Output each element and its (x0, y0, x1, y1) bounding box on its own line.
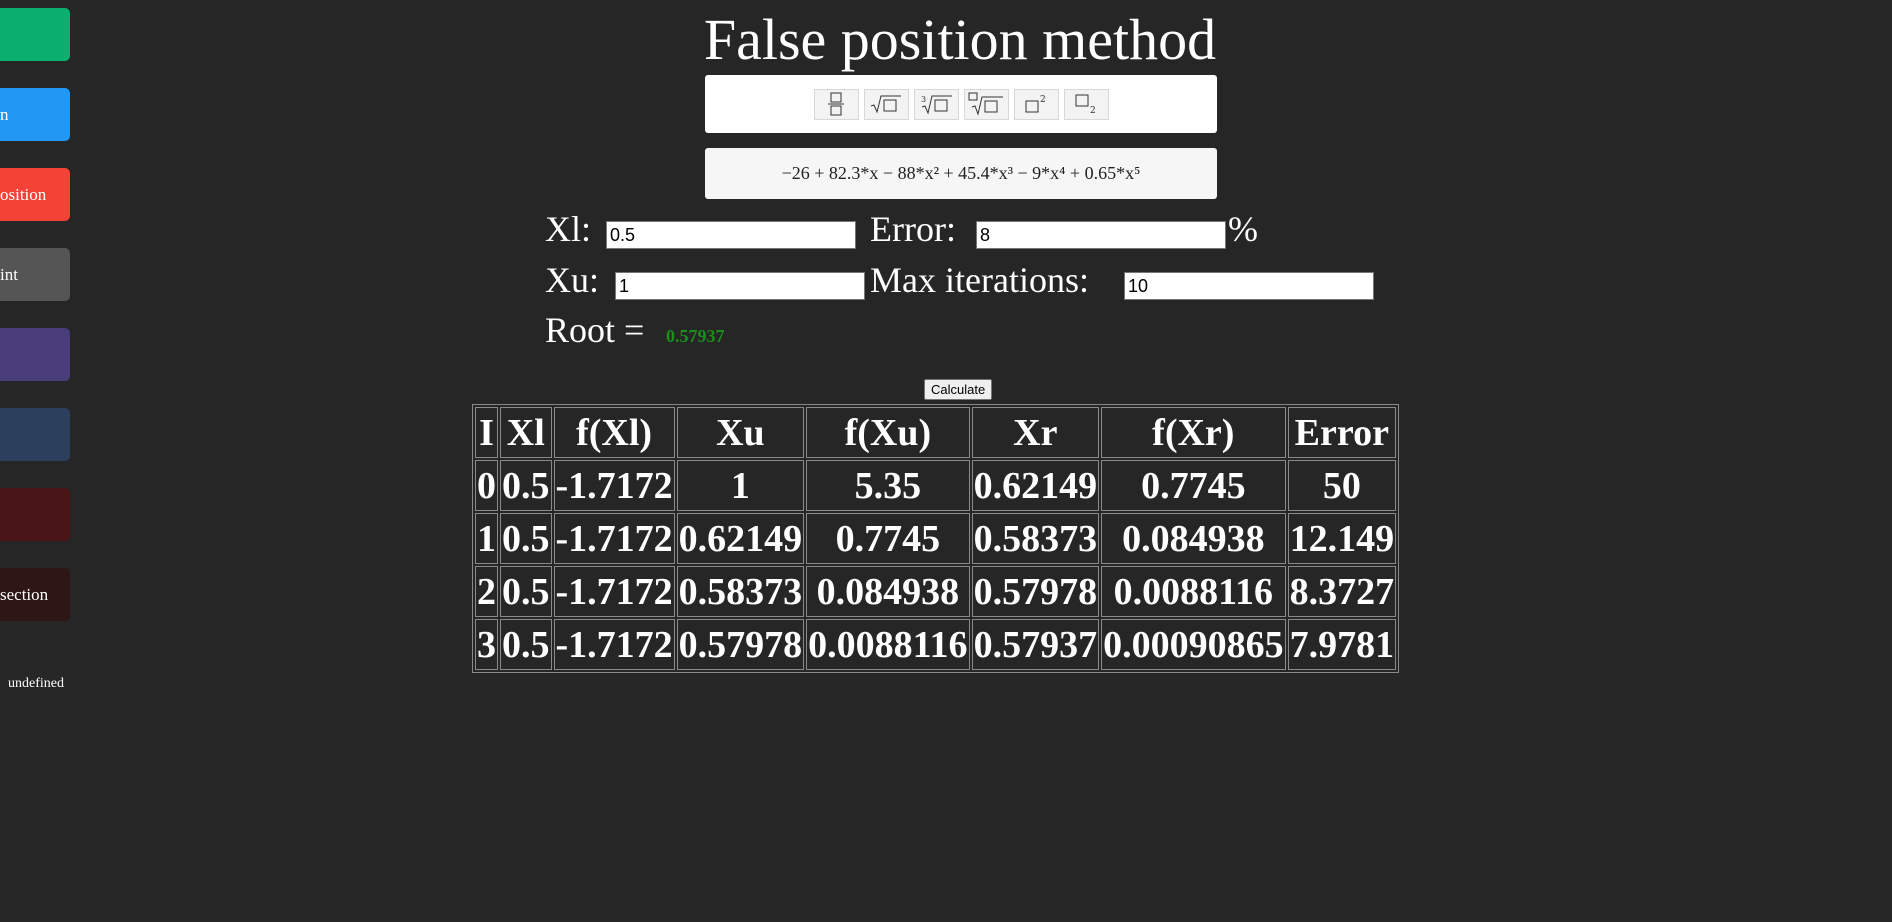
subscript-icon: 2 (1075, 94, 1096, 115)
table-cell: 0.62149 (971, 460, 1100, 511)
nth-root-icon (968, 92, 1003, 116)
table-cell: 0.7745 (806, 513, 970, 564)
xl-label: Xl: (545, 209, 592, 249)
method-sidebar: n osition int section undefined (0, 0, 80, 922)
table-cell: 0.58373 (676, 566, 805, 617)
table-cell: -1.7172 (553, 619, 675, 670)
table-cell: 0.57978 (971, 566, 1100, 617)
error-input[interactable] (976, 221, 1226, 249)
sidebar-button-2-label: n (0, 104, 9, 124)
cube-root-button[interactable]: 3 (913, 88, 959, 120)
table-cell: 1 (676, 460, 805, 511)
table-cell: 0 (475, 460, 498, 511)
table-cell: -1.7172 (553, 513, 675, 564)
root-label: Root = (545, 310, 645, 350)
percent-sign: % (1228, 209, 1258, 249)
table-cell: 0.7745 (1101, 460, 1286, 511)
table-cell: 0.084938 (1101, 513, 1286, 564)
sidebar-button-4[interactable]: int (0, 248, 70, 301)
square-root-button[interactable] (863, 88, 909, 120)
sidebar-button-4-label: int (0, 264, 18, 284)
xl-input[interactable] (606, 221, 856, 249)
table-cell: 3 (475, 619, 498, 670)
column-header: Xu (676, 407, 805, 458)
table-cell: 0.5 (500, 566, 552, 617)
iterations-table: I Xl f(Xl) Xu f(Xu) Xr f(Xr) Error 0 0.5… (472, 404, 1400, 673)
sidebar-button-5[interactable] (0, 328, 70, 381)
table-cell: -1.7172 (553, 566, 675, 617)
svg-text:2: 2 (1090, 106, 1096, 115)
fraction-icon (828, 92, 844, 116)
column-header: f(Xr) (1101, 407, 1286, 458)
xu-label: Xu: (545, 260, 599, 300)
subscript-button[interactable]: 2 (1063, 88, 1109, 120)
sidebar-button-6[interactable] (0, 408, 70, 461)
square-root-icon (870, 95, 901, 114)
column-header: Xr (971, 407, 1100, 458)
table-cell: 0.00090865 (1101, 619, 1286, 670)
table-cell: 8.3727 (1287, 566, 1397, 617)
table-row: 3 0.5 -1.7172 0.57978 0.0088116 0.57937 … (475, 619, 1397, 670)
column-header: Xl (500, 407, 552, 458)
superscript-icon: 2 (1025, 95, 1046, 113)
max-iterations-input[interactable] (1124, 272, 1374, 300)
page-title: False position method (703, 7, 1217, 72)
table-cell: 0.57978 (676, 619, 805, 670)
table-cell: 0.5 (500, 513, 552, 564)
table-cell: 0.58373 (971, 513, 1100, 564)
svg-text:2: 2 (1040, 95, 1046, 105)
error-label: Error: (870, 209, 956, 249)
table-cell: 0.5 (500, 619, 552, 670)
table-cell: 50 (1287, 460, 1397, 511)
sidebar-button-bisection[interactable]: section (0, 568, 70, 621)
formula-field[interactable]: −26 + 82.3*x − 88*x² + 45.4*x³ − 9*x⁴ + … (705, 148, 1217, 199)
table-cell: 2 (475, 566, 498, 617)
math-toolbar: 3 2 2 (705, 75, 1217, 133)
table-row: 2 0.5 -1.7172 0.58373 0.084938 0.57978 0… (475, 566, 1397, 617)
calculate-button[interactable]: Calculate (924, 379, 993, 400)
column-header: Error (1287, 407, 1397, 458)
fraction-button[interactable] (813, 88, 859, 120)
max-iterations-label: Max iterations: (870, 260, 1089, 300)
sidebar-footer-text: undefined (8, 676, 64, 691)
root-value: 0.57937 (666, 326, 725, 346)
table-header-row: I Xl f(Xl) Xu f(Xu) Xr f(Xr) Error (475, 407, 1397, 458)
cube-root-icon: 3 (921, 95, 952, 115)
table-cell: 0.084938 (806, 566, 970, 617)
table-cell: 7.9781 (1287, 619, 1397, 670)
column-header: f(Xu) (806, 407, 970, 458)
table-cell: 0.5 (500, 460, 552, 511)
table-cell: 5.35 (806, 460, 970, 511)
table-cell: 0.0088116 (1101, 566, 1286, 617)
sidebar-button-2[interactable]: n (0, 88, 70, 141)
sidebar-button-8-label: section (0, 584, 49, 604)
table-cell: 0.57937 (971, 619, 1100, 670)
formula-text: −26 + 82.3*x − 88*x² + 45.4*x³ − 9*x⁴ + … (781, 163, 1141, 183)
superscript-button[interactable]: 2 (1013, 88, 1059, 120)
svg-text:3: 3 (921, 95, 926, 104)
table-cell: -1.7172 (553, 460, 675, 511)
table-cell: 0.0088116 (806, 619, 970, 670)
column-header: f(Xl) (553, 407, 675, 458)
nth-root-button[interactable] (963, 88, 1009, 120)
sidebar-button-7[interactable] (0, 488, 70, 541)
table-cell: 0.62149 (676, 513, 805, 564)
table-row: 1 0.5 -1.7172 0.62149 0.7745 0.58373 0.0… (475, 513, 1397, 564)
table-cell: 1 (475, 513, 498, 564)
table-cell: 12.149 (1287, 513, 1397, 564)
column-header: I (475, 407, 498, 458)
sidebar-button-false-position[interactable]: osition (0, 168, 70, 221)
xu-input[interactable] (615, 272, 865, 300)
sidebar-button-3-label: osition (0, 184, 47, 204)
table-row: 0 0.5 -1.7172 1 5.35 0.62149 0.7745 50 (475, 460, 1397, 511)
